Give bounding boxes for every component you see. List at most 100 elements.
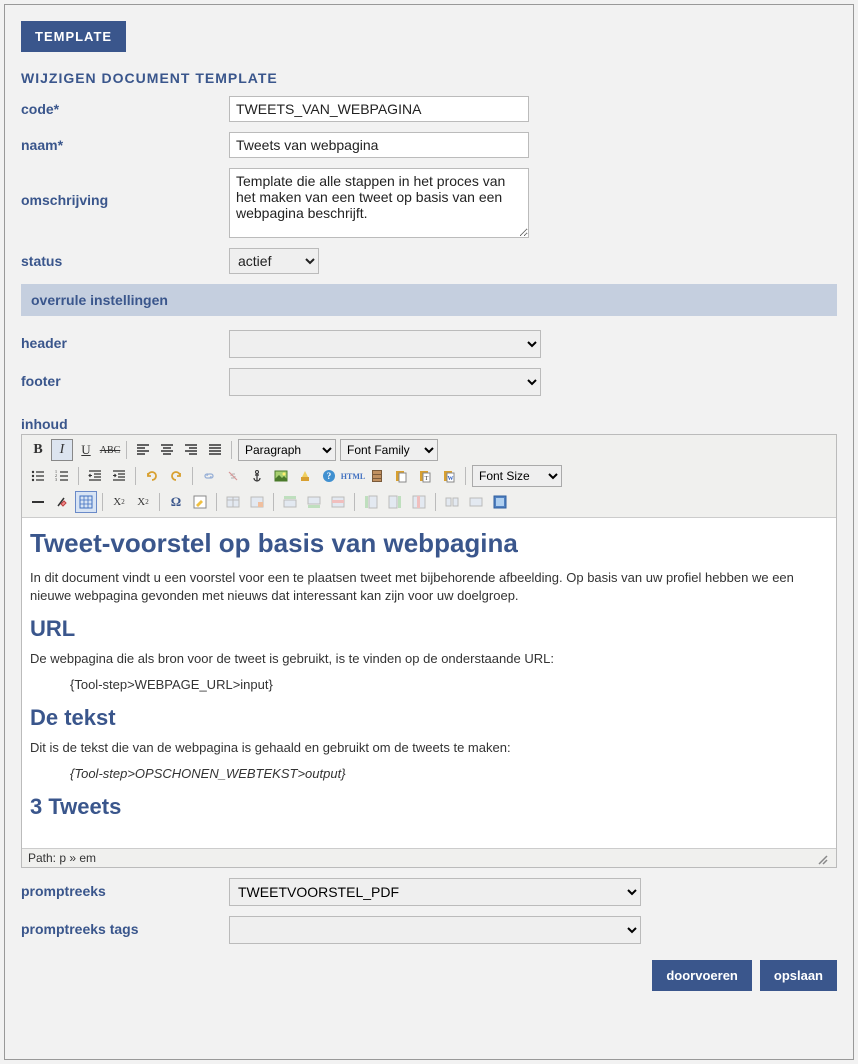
format-select[interactable]: Paragraph xyxy=(238,439,336,461)
overrule-section-header: overrule instellingen xyxy=(21,284,837,316)
indent-button[interactable] xyxy=(108,465,130,487)
row-code: code* xyxy=(21,96,837,122)
numbered-list-button[interactable]: 123 xyxy=(51,465,73,487)
remove-format-button[interactable] xyxy=(51,491,73,513)
merge-cells-button[interactable] xyxy=(465,491,487,513)
svg-text:W: W xyxy=(448,476,454,482)
editor-path-bar: Path: p » em xyxy=(22,848,836,867)
separator xyxy=(102,493,103,511)
content-heading-1: Tweet-voorstel op basis van webpagina xyxy=(30,528,828,559)
content-heading-tweets: 3 Tweets xyxy=(30,794,828,820)
label-omschrijving: omschrijving xyxy=(21,168,229,208)
html-button[interactable]: HTML xyxy=(342,465,364,487)
fullscreen-button[interactable] xyxy=(489,491,511,513)
unlink-button[interactable] xyxy=(222,465,244,487)
rich-text-editor: B I U ABC Paragraph xyxy=(21,434,837,868)
row-before-button[interactable] xyxy=(279,491,301,513)
superscript-button[interactable]: X2 xyxy=(132,491,154,513)
font-size-select[interactable]: Font Size xyxy=(472,465,562,487)
toolbar-row-2: 123 xyxy=(26,463,832,489)
separator xyxy=(135,467,136,485)
select-status[interactable]: actief xyxy=(229,248,319,274)
row-delete-button[interactable] xyxy=(327,491,349,513)
split-cells-button[interactable] xyxy=(441,491,463,513)
font-family-select[interactable]: Font Family xyxy=(340,439,438,461)
row-header: header xyxy=(21,330,837,358)
bold-button[interactable]: B xyxy=(27,439,49,461)
paste-word-button[interactable]: W xyxy=(438,465,460,487)
col-delete-button[interactable] xyxy=(408,491,430,513)
svg-text:3: 3 xyxy=(55,477,57,482)
undo-button[interactable] xyxy=(141,465,163,487)
footer-buttons: doorvoeren opslaan xyxy=(21,960,837,991)
separator xyxy=(231,441,232,459)
label-naam: naam* xyxy=(21,132,229,153)
row-status: status actief xyxy=(21,248,837,274)
separator xyxy=(273,493,274,511)
align-justify-button[interactable] xyxy=(204,439,226,461)
opslaan-button[interactable]: opslaan xyxy=(760,960,837,991)
align-center-button[interactable] xyxy=(156,439,178,461)
separator xyxy=(78,467,79,485)
separator xyxy=(159,493,160,511)
svg-text:T: T xyxy=(425,476,429,482)
help-button[interactable]: ? xyxy=(318,465,340,487)
select-header[interactable] xyxy=(229,330,541,358)
special-char-button[interactable]: Ω xyxy=(165,491,187,513)
select-promptreeks[interactable]: TWEETVOORSTEL_PDF xyxy=(229,878,641,906)
col-before-button[interactable] xyxy=(360,491,382,513)
align-left-button[interactable] xyxy=(132,439,154,461)
input-code[interactable] xyxy=(229,96,529,122)
separator xyxy=(435,493,436,511)
label-code: code* xyxy=(21,96,229,117)
row-promptreeks: promptreeks TWEETVOORSTEL_PDF xyxy=(21,878,837,906)
input-naam[interactable] xyxy=(229,132,529,158)
content-paragraph: De webpagina die als bron voor de tweet … xyxy=(30,650,828,668)
label-footer: footer xyxy=(21,368,229,389)
editor-content-area[interactable]: Tweet-voorstel op basis van webpagina In… xyxy=(22,518,836,848)
label-inhoud: inhoud xyxy=(21,416,837,432)
outdent-button[interactable] xyxy=(84,465,106,487)
underline-button[interactable]: U xyxy=(75,439,97,461)
row-promptreeks-tags: promptreeks tags xyxy=(21,916,837,944)
page-frame: TEMPLATE WIJZIGEN DOCUMENT TEMPLATE code… xyxy=(4,4,854,1060)
resize-handle-icon[interactable] xyxy=(816,853,830,865)
table-props-button[interactable] xyxy=(246,491,268,513)
separator xyxy=(192,467,193,485)
separator xyxy=(216,493,217,511)
separator xyxy=(354,493,355,511)
label-promptreeks-tags: promptreeks tags xyxy=(21,916,229,937)
row-omschrijving: omschrijving Template die alle stappen i… xyxy=(21,168,837,238)
clean-button[interactable] xyxy=(294,465,316,487)
link-button[interactable] xyxy=(198,465,220,487)
paste-text-button[interactable]: T xyxy=(414,465,436,487)
edit-button[interactable] xyxy=(189,491,211,513)
media-button[interactable] xyxy=(366,465,388,487)
label-promptreeks: promptreeks xyxy=(21,878,229,899)
italic-button[interactable]: I xyxy=(51,439,73,461)
image-button[interactable] xyxy=(270,465,292,487)
bullet-list-button[interactable] xyxy=(27,465,49,487)
subscript-button[interactable]: X2 xyxy=(108,491,130,513)
anchor-button[interactable] xyxy=(246,465,268,487)
table-button[interactable] xyxy=(222,491,244,513)
textarea-omschrijving[interactable]: Template die alle stappen in het proces … xyxy=(229,168,529,238)
row-naam: naam* xyxy=(21,132,837,158)
col-after-button[interactable] xyxy=(384,491,406,513)
show-blocks-button[interactable] xyxy=(75,491,97,513)
select-promptreeks-tags[interactable] xyxy=(229,916,641,944)
section-title: WIJZIGEN DOCUMENT TEMPLATE xyxy=(21,70,837,86)
align-right-button[interactable] xyxy=(180,439,202,461)
strikethrough-button[interactable]: ABC xyxy=(99,439,121,461)
content-placeholder: {Tool-step>WEBPAGE_URL>input} xyxy=(70,676,828,694)
paste-button[interactable] xyxy=(390,465,412,487)
doorvoeren-button[interactable]: doorvoeren xyxy=(652,960,752,991)
editor-path-text[interactable]: Path: p » em xyxy=(28,851,96,865)
content-placeholder-italic: {Tool-step>OPSCHONEN_WEBTEKST>output} xyxy=(70,765,828,783)
template-button[interactable]: TEMPLATE xyxy=(21,21,126,52)
row-after-button[interactable] xyxy=(303,491,325,513)
hr-button[interactable] xyxy=(27,491,49,513)
select-footer[interactable] xyxy=(229,368,541,396)
redo-button[interactable] xyxy=(165,465,187,487)
toolbar-row-3: X2 X2 Ω xyxy=(26,489,832,515)
